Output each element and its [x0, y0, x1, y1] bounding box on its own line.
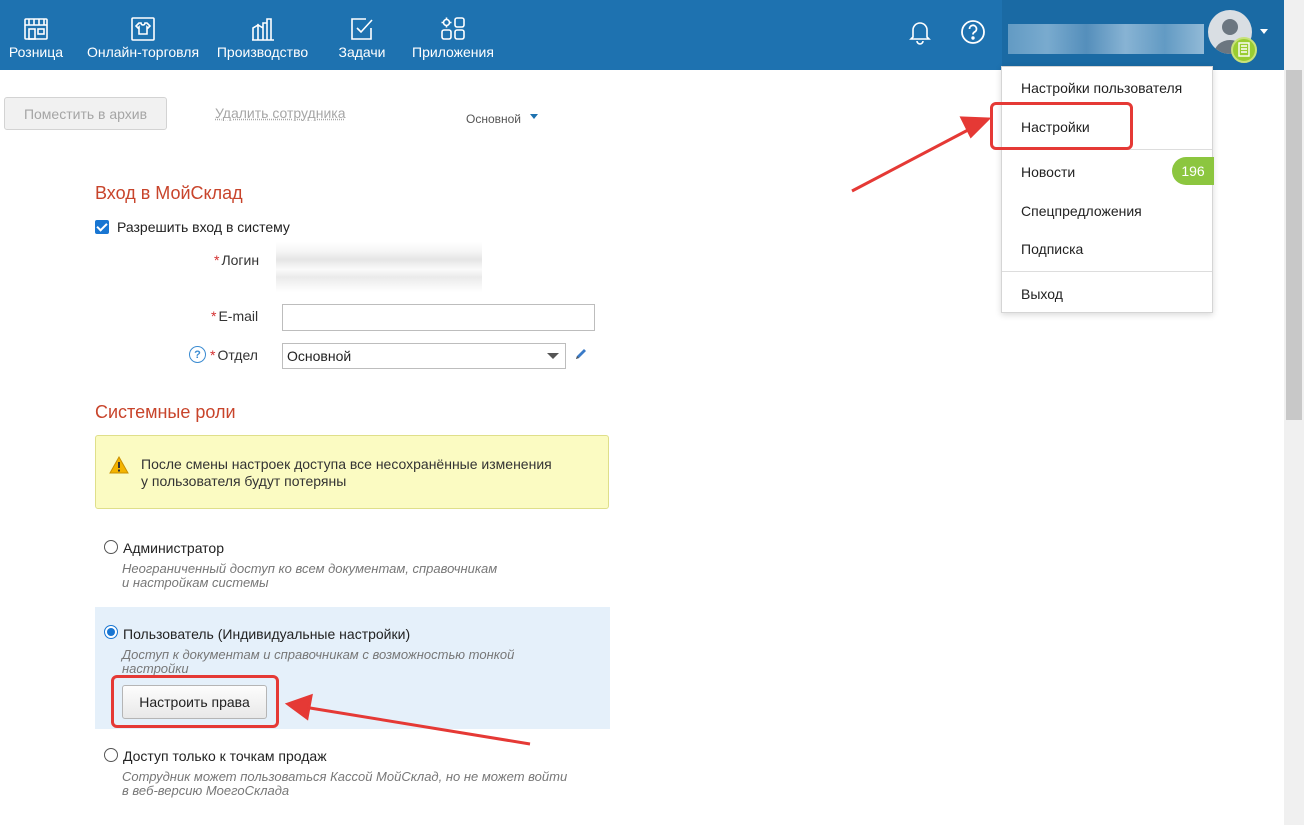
archive-button[interactable]: Поместить в архив	[4, 97, 167, 130]
login-value-blurred	[276, 242, 482, 292]
required-asterisk: *	[211, 308, 217, 324]
roles-section-title: Системные роли	[95, 402, 236, 422]
apps-icon	[441, 17, 465, 40]
department-tab[interactable]: Основной	[466, 112, 521, 126]
menu-item-logout[interactable]: Выход	[1021, 286, 1063, 302]
allow-login-label: Разрешить вход в систему	[117, 219, 290, 235]
highlight-box	[111, 675, 279, 728]
user-name-blurred	[1008, 24, 1204, 54]
menu-divider	[1002, 271, 1212, 272]
role-admin-title[interactable]: Администратор	[123, 540, 224, 556]
nav-label: Розница	[8, 44, 64, 60]
warning-text: После смены настроек доступа все несохра…	[141, 456, 552, 489]
bell-icon[interactable]	[906, 18, 934, 46]
menu-item-subscription[interactable]: Подписка	[1021, 241, 1083, 257]
question-icon[interactable]: ?	[189, 346, 206, 363]
nav-item-apps[interactable]: Приложения	[412, 0, 494, 70]
scrollbar[interactable]	[1284, 0, 1304, 825]
checkbox-checked[interactable]	[95, 220, 109, 234]
role-pos-radio[interactable]	[104, 748, 118, 762]
warning-icon	[109, 456, 129, 474]
allow-login-checkbox[interactable]: Разрешить вход в систему	[95, 219, 290, 235]
menu-item-news[interactable]: Новости	[1021, 164, 1075, 180]
role-pos-description: Сотрудник может пользоваться Кассой МойС…	[122, 769, 568, 798]
required-asterisk: *	[214, 252, 220, 268]
nav-label: Онлайн-торговля	[86, 44, 200, 60]
task-check-icon	[351, 18, 373, 40]
help-icon[interactable]	[959, 18, 987, 46]
chevron-down-icon[interactable]	[530, 114, 538, 119]
nav-item-retail[interactable]: Розница	[8, 0, 64, 70]
department-select[interactable]: Основной	[282, 343, 566, 369]
factory-icon	[251, 18, 274, 41]
nav-label: Приложения	[412, 44, 494, 60]
pencil-icon[interactable]	[574, 347, 588, 361]
department-select-value: Основной	[287, 348, 352, 364]
nav-label: Производство	[216, 44, 309, 60]
menu-item-user-settings[interactable]: Настройки пользователя	[1021, 80, 1182, 96]
nav-item-online-trade[interactable]: Онлайн-торговля	[87, 0, 199, 70]
news-count-badge: 196	[1172, 157, 1214, 185]
shirt-icon	[131, 17, 155, 41]
required-asterisk: *	[210, 347, 216, 363]
login-section-title: Вход в МойСклад	[95, 183, 243, 203]
notepad-badge-icon	[1231, 37, 1257, 63]
nav-item-tasks[interactable]: Задачи	[338, 0, 386, 70]
highlight-box	[990, 102, 1133, 150]
role-user-radio[interactable]	[104, 625, 118, 639]
email-label: * E-mail	[211, 308, 259, 324]
role-user-title[interactable]: Пользователь (Индивидуальные настройки)	[123, 626, 410, 642]
role-user-description: Доступ к документам и справочникам с воз…	[122, 647, 515, 676]
scrollbar-thumb[interactable]	[1286, 70, 1302, 420]
nav-item-production[interactable]: Производство	[217, 0, 308, 70]
chevron-down-icon	[547, 353, 559, 359]
user-menu-toggle[interactable]	[1002, 0, 1284, 70]
role-admin-radio[interactable]	[104, 540, 118, 554]
email-field[interactable]	[282, 304, 595, 331]
chevron-down-icon	[1260, 29, 1268, 34]
store-icon	[24, 18, 48, 40]
department-label: * Отдел	[210, 347, 258, 363]
warning-banner: После смены настроек доступа все несохра…	[95, 435, 609, 509]
nav-label: Задачи	[338, 44, 386, 60]
top-navigation-bar: Розница Онлайн-торговля Производство Зад…	[0, 0, 1284, 70]
role-pos-title[interactable]: Доступ только к точкам продаж	[123, 748, 327, 764]
login-label: * Логин	[214, 252, 260, 268]
delete-employee-link[interactable]: Удалить сотрудника	[215, 105, 346, 121]
menu-item-special-offers[interactable]: Спецпредложения	[1021, 203, 1142, 219]
arrow-to-settings	[851, 116, 992, 193]
role-admin-description: Неограниченный доступ ко всем документам…	[122, 561, 498, 590]
